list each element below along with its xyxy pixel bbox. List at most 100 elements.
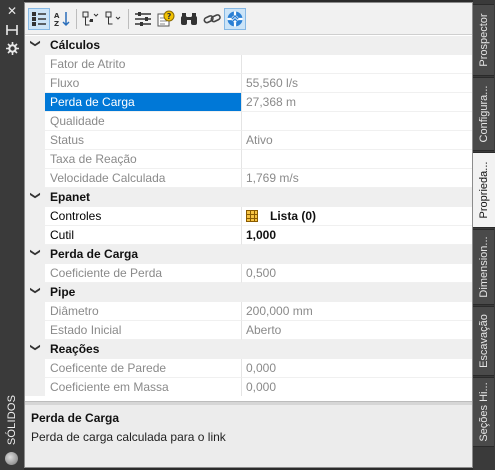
category-reacoes[interactable]: ❯ Reações [25, 340, 472, 359]
property-row-selected[interactable]: Perda de Carga 27,368 m [25, 93, 472, 112]
tab-configuracoes[interactable]: Configura... [473, 77, 494, 151]
tab-escavacao[interactable]: Escavação [473, 306, 494, 376]
tab-dimensionamento[interactable]: Dimension... [473, 229, 494, 305]
property-row[interactable]: Coeficente de Parede 0,000 [25, 359, 472, 378]
property-name: Coeficiente de Perda [45, 264, 241, 283]
property-name: Taxa de Reação [45, 150, 241, 169]
help-icon[interactable]: ? [155, 8, 177, 30]
lifebuoy-icon[interactable] [224, 8, 246, 30]
close-icon[interactable]: ✕ [4, 4, 20, 18]
svg-text:?: ? [167, 12, 172, 21]
property-row[interactable]: Cutil 1,000 [25, 226, 472, 245]
property-name: Status [45, 131, 241, 150]
chevron-down-icon[interactable]: ❯ [30, 191, 41, 199]
property-name: Estado Inicial [45, 321, 241, 340]
properties-settings-icon[interactable] [132, 8, 154, 30]
category-pipe[interactable]: ❯ Pipe [25, 283, 472, 302]
row-gutter [25, 302, 45, 321]
chevron-down-icon[interactable]: ❯ [30, 248, 41, 256]
filter-icon[interactable] [103, 8, 125, 30]
tab-secoes-hidraulicas[interactable]: Seções Hi... [473, 377, 494, 447]
property-value: 0,500 [241, 264, 472, 283]
sort-alpha-icon[interactable]: AZ [51, 8, 73, 30]
link-icon[interactable] [201, 8, 223, 30]
property-name: Diâmetro [45, 302, 241, 321]
category-title: Epanet [50, 190, 91, 204]
palette-menu-icon[interactable] [5, 452, 18, 465]
expand-icon[interactable] [80, 8, 102, 30]
palette-title: SÓLIDOS [6, 394, 18, 446]
pin-icon[interactable] [4, 24, 20, 38]
binoculars-icon[interactable] [178, 8, 200, 30]
property-name: Coeficente de Parede [45, 359, 241, 378]
tab-prospector[interactable]: Prospector [473, 4, 494, 76]
property-name: Fator de Atrito [45, 55, 241, 74]
property-value[interactable]: Lista (0) [241, 207, 472, 226]
property-value: 1,769 m/s [241, 169, 472, 188]
row-gutter [25, 378, 45, 396]
row-gutter [25, 226, 45, 245]
property-name: Cutil [45, 226, 241, 245]
row-gutter [25, 359, 45, 378]
property-row[interactable]: Controles Lista (0) [25, 207, 472, 226]
category-epanet[interactable]: ❯ Epanet [25, 188, 472, 207]
chevron-down-icon[interactable]: ❯ [30, 343, 41, 351]
row-gutter [25, 93, 45, 112]
property-value[interactable]: 1,000 [241, 226, 472, 245]
category-title: Reações [50, 342, 100, 356]
category-title: Perda de Carga [50, 247, 139, 261]
properties-toolbar: AZ ? [25, 3, 472, 35]
settings-icon[interactable] [4, 42, 20, 56]
row-gutter [25, 207, 45, 226]
category-title: Pipe [50, 285, 76, 299]
property-row[interactable]: Qualidade [25, 112, 472, 131]
chevron-down-icon[interactable]: ❯ [30, 39, 41, 47]
property-value [241, 112, 472, 131]
svg-text:A: A [54, 12, 60, 20]
description-text: Perda de carga calculada para o link [31, 430, 226, 444]
property-row[interactable]: Estado Inicial Aberto [25, 321, 472, 340]
row-gutter [25, 74, 45, 93]
row-gutter [25, 264, 45, 283]
property-name: Coeficiente em Massa [45, 378, 241, 396]
property-row[interactable]: Coeficiente de Perda 0,500 [25, 264, 472, 283]
property-value: 55,560 l/s [241, 74, 472, 93]
property-row[interactable]: Taxa de Reação [25, 150, 472, 169]
category-title: Cálculos [50, 38, 101, 52]
property-value: 27,368 m [241, 93, 472, 112]
property-value: Aberto [241, 321, 472, 340]
property-value [241, 150, 472, 169]
category-perda-de-carga[interactable]: ❯ Perda de Carga [25, 245, 472, 264]
description-pane: Perda de Carga Perda de carga calculada … [25, 405, 472, 467]
property-row[interactable]: Coeficiente em Massa 0,000 [25, 378, 472, 396]
property-name: Fluxo [45, 74, 241, 93]
property-name: Qualidade [45, 112, 241, 131]
property-name: Perda de Carga [45, 93, 241, 112]
palette-title-bar: ✕ SÓLIDOS [0, 0, 24, 470]
chevron-down-icon[interactable]: ❯ [30, 286, 41, 294]
property-name: Controles [45, 207, 241, 226]
property-value [241, 55, 472, 74]
property-row[interactable]: Diâmetro 200,000 mm [25, 302, 472, 321]
categorized-icon[interactable] [28, 8, 50, 30]
table-grid-icon [246, 210, 258, 222]
property-value: 200,000 mm [241, 302, 472, 321]
row-gutter [25, 169, 45, 188]
toolbar-separator [128, 9, 129, 29]
description-title: Perda de Carga [31, 411, 120, 425]
property-value: 0,000 [241, 378, 472, 396]
palette-tabs: Prospector Configura... Proprieda... Dim… [473, 0, 495, 470]
property-name: Velocidade Calculada [45, 169, 241, 188]
toolbar-separator [76, 9, 77, 29]
properties-panel: AZ ? ❯ Cálculos Fator de Atrito Fluxo 55… [24, 2, 473, 468]
row-gutter [25, 112, 45, 131]
property-row[interactable]: Status Ativo [25, 131, 472, 150]
property-row[interactable]: Fluxo 55,560 l/s [25, 74, 472, 93]
property-value: 0,000 [241, 359, 472, 378]
property-row[interactable]: Velocidade Calculada 1,769 m/s [25, 169, 472, 188]
property-value: Ativo [241, 131, 472, 150]
svg-text:Z: Z [54, 20, 59, 28]
tab-propriedades[interactable]: Proprieda... [473, 152, 495, 228]
property-row[interactable]: Fator de Atrito [25, 55, 472, 74]
category-calculos[interactable]: ❯ Cálculos [25, 36, 472, 55]
